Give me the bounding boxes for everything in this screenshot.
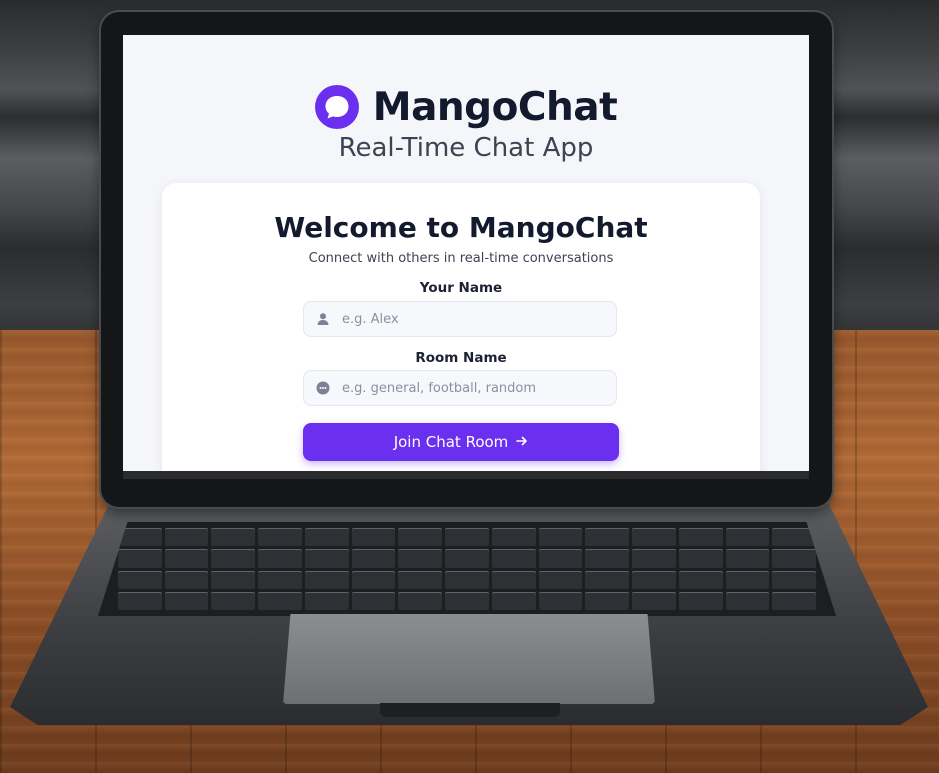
app-name: MangoChat — [372, 84, 618, 130]
join-button-label: Join Chat Room — [393, 433, 509, 451]
card-subtitle: Connect with others in real-time convers… — [308, 251, 614, 266]
app-screen: MangoChat Real-Time Chat App Welcome to … — [123, 35, 809, 471]
arrow-right-icon — [516, 433, 528, 451]
screen-taskbar-strip — [123, 471, 809, 479]
app-tagline: Real-Time Chat App — [338, 133, 594, 163]
laptop-front-notch — [380, 703, 560, 717]
name-field[interactable] — [303, 301, 617, 337]
chat-bubble-icon — [314, 85, 359, 129]
user-icon — [316, 312, 330, 326]
laptop-keyboard — [98, 522, 836, 616]
trackpad — [283, 614, 655, 704]
room-input[interactable] — [340, 379, 616, 397]
join-card: Welcome to MangoChat Connect with others… — [162, 183, 760, 471]
card-title: Welcome to MangoChat — [274, 211, 648, 244]
chat-dots-icon — [316, 381, 330, 395]
room-field[interactable] — [303, 370, 617, 406]
brand-header: MangoChat — [123, 79, 809, 135]
room-field-label: Room Name — [415, 350, 507, 366]
name-field-label: Your Name — [419, 280, 503, 296]
name-input[interactable] — [340, 310, 616, 328]
join-chat-room-button[interactable]: Join Chat Room — [303, 423, 619, 461]
